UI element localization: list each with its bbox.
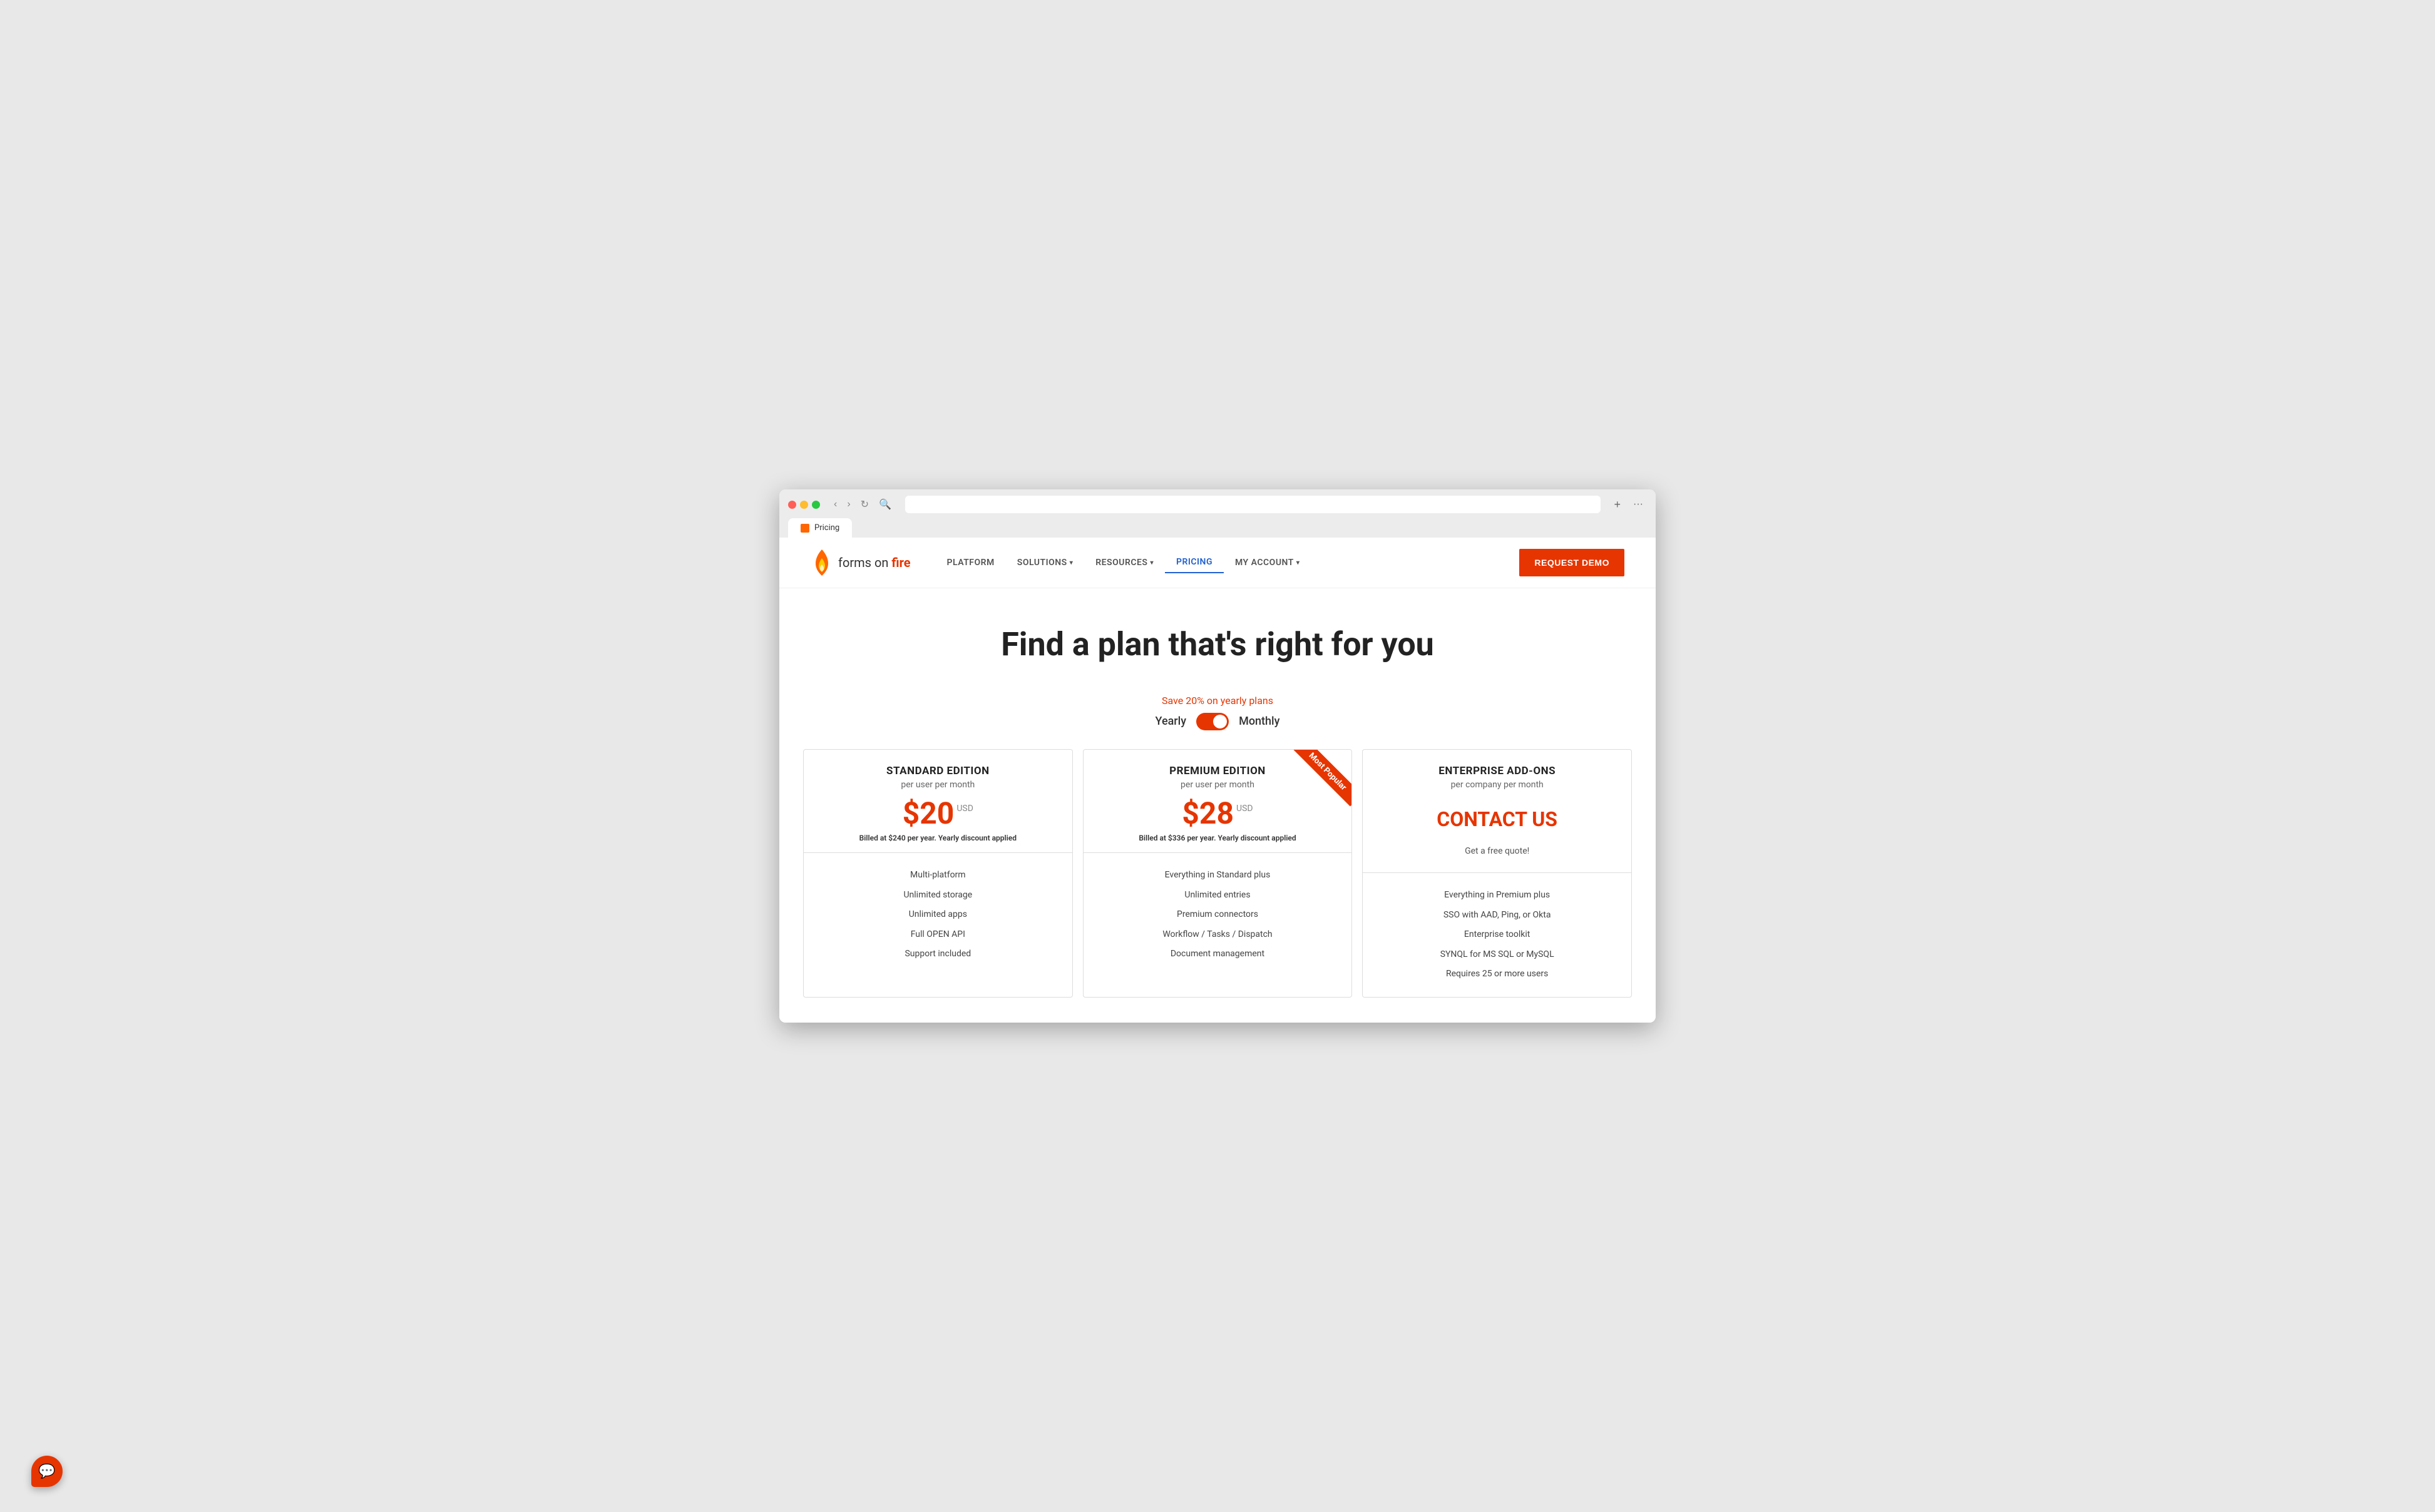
list-item: Support included: [819, 944, 1057, 964]
billing-section: Save 20% on yearly plans Yearly Monthly: [779, 682, 1656, 749]
minimize-traffic-light[interactable]: [800, 501, 808, 509]
enterprise-features: Everything in Premium plus SSO with AAD,…: [1363, 873, 1631, 997]
standard-card-title: STANDARD EDITION: [819, 765, 1057, 777]
standard-billing-note: Billed at $240 per year. Yearly discount…: [819, 834, 1057, 842]
browser-controls: ‹ › ↻ 🔍 + ···: [788, 496, 1647, 513]
standard-price-usd: USD: [956, 804, 973, 814]
standard-card-subtitle: per user per month: [819, 780, 1057, 790]
standard-price-row: $20 USD: [819, 799, 1057, 829]
new-tab-button[interactable]: +: [1611, 497, 1625, 513]
premium-price-row: $28 USD: [1099, 799, 1337, 829]
request-demo-button[interactable]: REQUEST DEMO: [1519, 549, 1624, 576]
refresh-button[interactable]: ↻: [857, 497, 873, 512]
browser-window: ‹ › ↻ 🔍 + ··· Pricing: [779, 489, 1656, 1023]
chat-bubble[interactable]: 💬: [31, 1456, 63, 1487]
tab-title: Pricing: [814, 523, 839, 533]
nav-links: PLATFORM SOLUTIONS ▾ RESOURCES ▾ PRICING…: [936, 552, 1520, 573]
list-item: Full OPEN API: [819, 925, 1057, 945]
monthly-label: Monthly: [1239, 715, 1279, 728]
hero-title: Find a plan that's right for you: [811, 626, 1624, 663]
enterprise-free-quote: Get a free quote!: [1378, 840, 1616, 862]
forward-button[interactable]: ›: [843, 497, 854, 512]
premium-price-usd: USD: [1236, 804, 1253, 814]
resources-chevron-icon: ▾: [1150, 559, 1154, 566]
list-item: SSO with AAD, Ping, or Okta: [1378, 906, 1616, 926]
enterprise-card-title: ENTERPRISE ADD-ONS: [1378, 765, 1616, 777]
premium-price-amount: $28: [1182, 799, 1234, 829]
close-traffic-light[interactable]: [788, 501, 796, 509]
account-chevron-icon: ▾: [1296, 559, 1300, 566]
navbar: forms on fire PLATFORM SOLUTIONS ▾ RESOU…: [779, 538, 1656, 588]
nav-resources[interactable]: RESOURCES ▾: [1084, 553, 1165, 573]
standard-card: STANDARD EDITION per user per month $20 …: [803, 749, 1073, 998]
browser-chrome: ‹ › ↻ 🔍 + ··· Pricing: [779, 489, 1656, 538]
search-button[interactable]: 🔍: [875, 497, 895, 512]
standard-price-amount: $20: [903, 799, 955, 829]
nav-pricing[interactable]: PRICING: [1165, 552, 1224, 573]
hero-section: Find a plan that's right for you: [779, 588, 1656, 682]
toggle-knob: [1213, 715, 1227, 728]
yearly-label: Yearly: [1156, 715, 1187, 728]
premium-features: Everything in Standard plus Unlimited en…: [1084, 853, 1352, 977]
fullscreen-traffic-light[interactable]: [812, 501, 820, 509]
premium-billing-note: Billed at $336 per year. Yearly discount…: [1099, 834, 1337, 842]
logo-text: forms on fire: [838, 555, 911, 570]
billing-toggle[interactable]: [1196, 713, 1229, 730]
logo-brand: fire: [891, 555, 910, 570]
active-tab[interactable]: Pricing: [788, 518, 852, 538]
list-item: Everything in Premium plus: [1378, 886, 1616, 906]
enterprise-card: ENTERPRISE ADD-ONS per company per month…: [1362, 749, 1632, 998]
tab-favicon: [801, 524, 809, 533]
nav-platform[interactable]: PLATFORM: [936, 553, 1006, 573]
back-button[interactable]: ‹: [830, 497, 841, 512]
toggle-row: Yearly Monthly: [811, 713, 1624, 730]
list-item: SYNQL for MS SQL or MySQL: [1378, 945, 1616, 965]
nav-solutions[interactable]: SOLUTIONS ▾: [1006, 553, 1084, 573]
address-bar[interactable]: [905, 496, 1601, 513]
list-item: Everything in Standard plus: [1099, 866, 1337, 886]
enterprise-card-subtitle: per company per month: [1378, 780, 1616, 790]
enterprise-contact-text[interactable]: CONTACT US: [1378, 799, 1616, 840]
save-text: Save 20% on yearly plans: [811, 695, 1624, 707]
list-item: Enterprise toolkit: [1378, 925, 1616, 945]
list-item: Requires 25 or more users: [1378, 964, 1616, 984]
premium-card: Most Popular PREMIUM EDITION per user pe…: [1083, 749, 1353, 998]
more-options-button[interactable]: ···: [1629, 498, 1647, 511]
page-content: forms on fire PLATFORM SOLUTIONS ▾ RESOU…: [779, 538, 1656, 1023]
list-item: Document management: [1099, 944, 1337, 964]
tab-bar: Pricing: [788, 518, 1647, 538]
logo-link[interactable]: forms on fire: [811, 549, 911, 576]
traffic-lights: [788, 501, 820, 509]
nav-account[interactable]: MY ACCOUNT ▾: [1224, 553, 1311, 573]
premium-card-subtitle: per user per month: [1099, 780, 1337, 790]
standard-features: Multi-platform Unlimited storage Unlimit…: [804, 853, 1072, 977]
enterprise-card-header: ENTERPRISE ADD-ONS per company per month…: [1363, 750, 1631, 873]
premium-card-title: PREMIUM EDITION: [1099, 765, 1337, 777]
list-item: Workflow / Tasks / Dispatch: [1099, 925, 1337, 945]
pricing-section: STANDARD EDITION per user per month $20 …: [779, 749, 1656, 1023]
list-item: Unlimited entries: [1099, 886, 1337, 906]
browser-nav-buttons: ‹ › ↻ 🔍: [830, 497, 895, 512]
logo-flame-icon: [811, 549, 833, 576]
list-item: Unlimited apps: [819, 905, 1057, 925]
list-item: Premium connectors: [1099, 905, 1337, 925]
list-item: Unlimited storage: [819, 886, 1057, 906]
chat-icon: 💬: [38, 1464, 55, 1479]
standard-card-header: STANDARD EDITION per user per month $20 …: [804, 750, 1072, 853]
list-item: Multi-platform: [819, 866, 1057, 886]
solutions-chevron-icon: ▾: [1070, 559, 1074, 566]
